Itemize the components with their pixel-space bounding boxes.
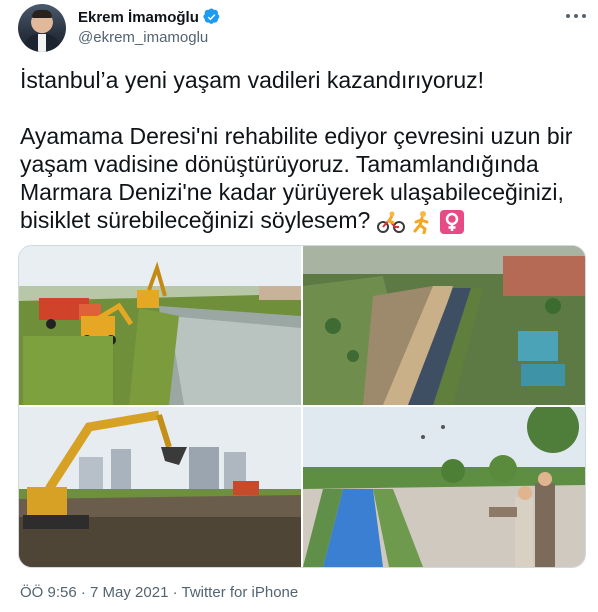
tweet-card: Ekrem İmamoğlu @ekrem_imamoglu İstanbul’… <box>0 0 598 612</box>
tweet-time[interactable]: ÖÖ 9:56 <box>20 584 77 601</box>
female-sign-emoji <box>440 209 465 234</box>
tweet-source[interactable]: Twitter for iPhone <box>182 584 299 601</box>
meta-separator: · <box>80 584 86 601</box>
tweet-text: İstanbul’a yeni yaşam vadileri kazandırı… <box>20 66 580 235</box>
tweet-line: bisiklet sürebileceğinizi söylesem? <box>20 207 371 233</box>
more-options-icon[interactable] <box>566 8 586 24</box>
excavator-riverbank-photo[interactable] <box>19 246 301 405</box>
media-grid <box>18 245 586 568</box>
tweet-meta: ÖÖ 9:56 · 7 May 2021 · Twitter for iPhon… <box>20 584 298 601</box>
tweet-line-last: bisiklet sürebileceğinizi söylesem? <box>20 206 580 235</box>
tweet-line: Marmara Denizi'ne kadar yürüyerek ulaşab… <box>20 179 564 205</box>
author-handle[interactable]: @ekrem_imamoglu <box>78 29 208 46</box>
avatar[interactable] <box>18 4 66 52</box>
excavator-city-photo[interactable] <box>19 407 301 567</box>
tweet-line: Ayamama Deresi'ni rehabilite ediyor çevr… <box>20 123 573 149</box>
tweet-line: yaşam vadisine dönüştürüyoruz. Tamamland… <box>20 151 539 177</box>
author-name[interactable]: Ekrem İmamoğlu <box>78 9 199 26</box>
park-rendering-photo[interactable] <box>303 407 585 567</box>
cyclist-emoji <box>376 211 405 233</box>
meta-separator: · <box>172 584 178 601</box>
tweet-line: İstanbul’a yeni yaşam vadileri kazandırı… <box>20 67 485 93</box>
runner-emoji <box>413 210 429 234</box>
aerial-river-photo[interactable] <box>303 246 585 405</box>
tweet-date[interactable]: 7 May 2021 <box>90 584 168 601</box>
author-row: Ekrem İmamoğlu <box>78 8 221 26</box>
verified-badge-icon <box>203 8 220 24</box>
